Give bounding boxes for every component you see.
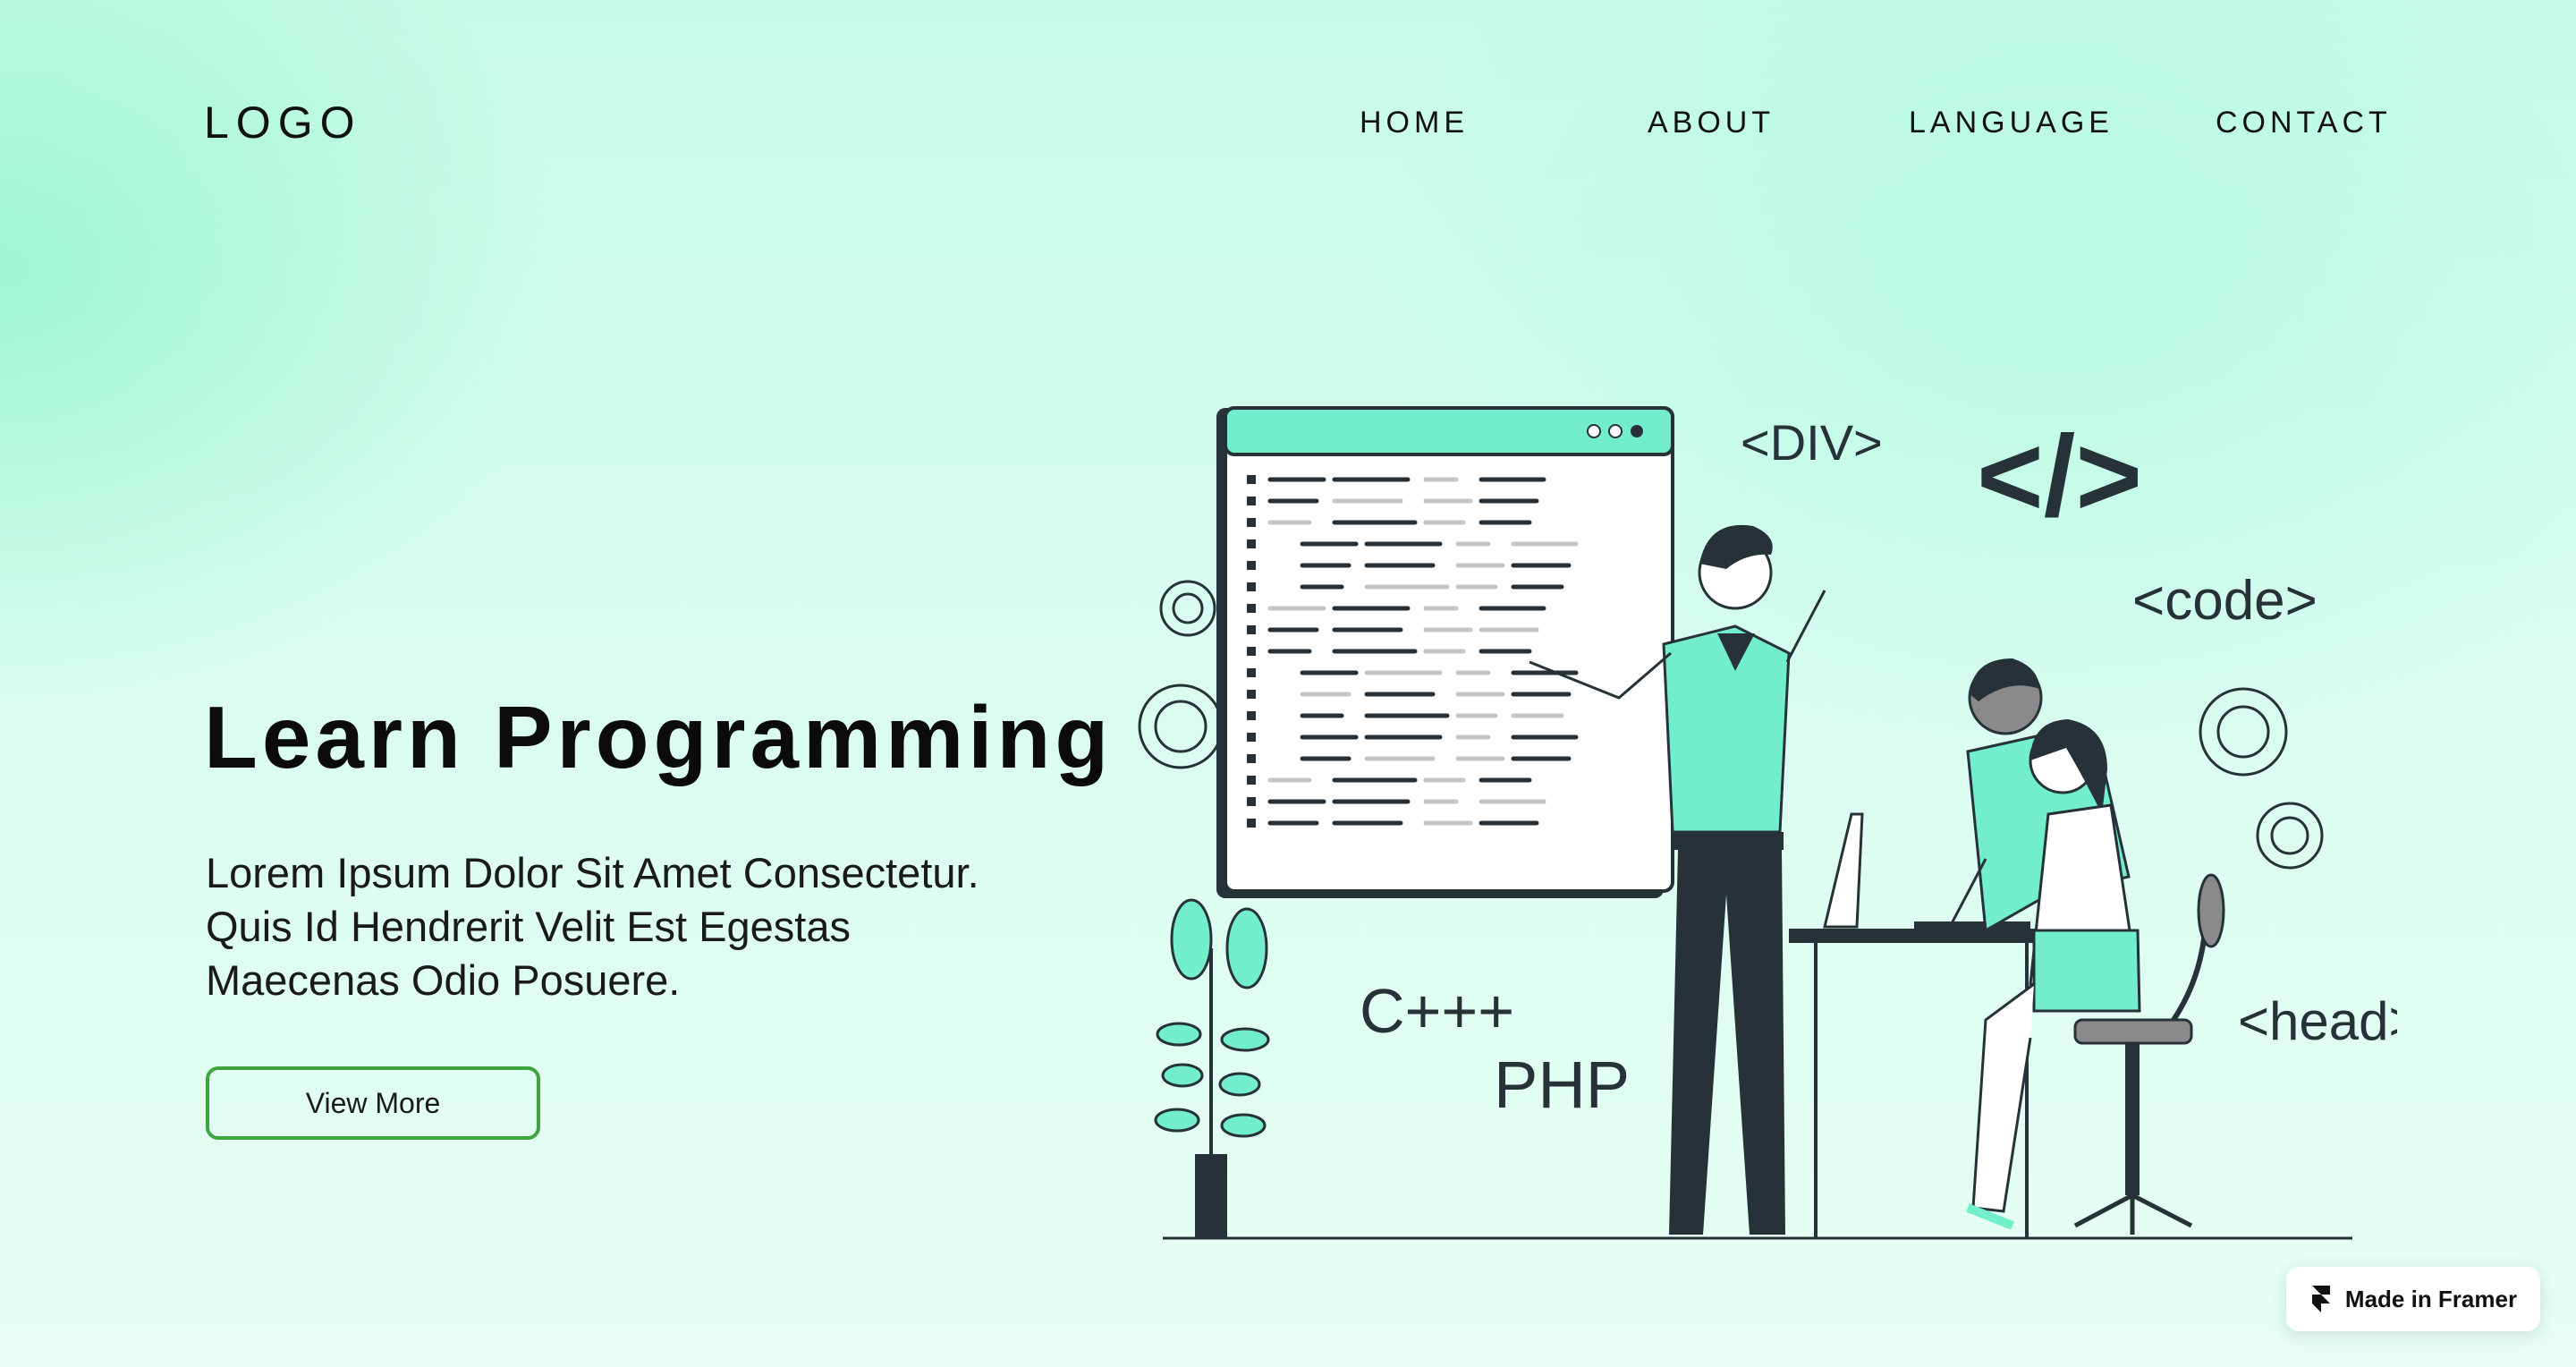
hero-description: Lorem Ipsum Dolor Sit Amet Consectetur. … [206, 846, 1011, 1007]
tag-slash-label: </> [1977, 412, 2142, 540]
nav-language[interactable]: LANGUAGE [1909, 106, 2114, 140]
nav-about[interactable]: ABOUT [1648, 106, 1775, 140]
badge-label: Made in Framer [2344, 1285, 2518, 1312]
view-more-button[interactable]: View More [206, 1066, 540, 1140]
hero-title: Learn Programming [204, 688, 1114, 786]
tag-div-label: <DIV> [1741, 414, 1883, 471]
gear-icon [2199, 687, 2324, 870]
programming-illustration: <DIV> </> <code> C+++ PHP <head> [1138, 406, 2397, 1240]
hero-description-line-1: Lorem Ipsum Dolor Sit Amet Consectetur. [206, 849, 979, 896]
tag-cpp-label: C+++ [1360, 976, 1514, 1046]
nav-contact[interactable]: CONTACT [2216, 106, 2392, 140]
main-nav: HOME ABOUT LANGUAGE CONTACT [0, 106, 2576, 145]
nav-home[interactable]: HOME [1360, 106, 1469, 140]
hero-description-line-2: Quis Id Hendrerit Velit Est Egestas [206, 903, 851, 950]
tag-head-label: <head> [2238, 991, 2397, 1051]
tag-php-label: PHP [1494, 1048, 1630, 1122]
code-window [1216, 406, 1674, 898]
plant [1154, 898, 1270, 1238]
framer-icon [2311, 1286, 2330, 1312]
gear-icon [1138, 580, 1224, 769]
tag-code-label: <code> [2132, 570, 2318, 632]
hero-description-line-3: Maecenas Odio Posuere. [206, 956, 681, 1004]
made-in-framer-badge[interactable]: Made in Framer [2286, 1267, 2540, 1331]
